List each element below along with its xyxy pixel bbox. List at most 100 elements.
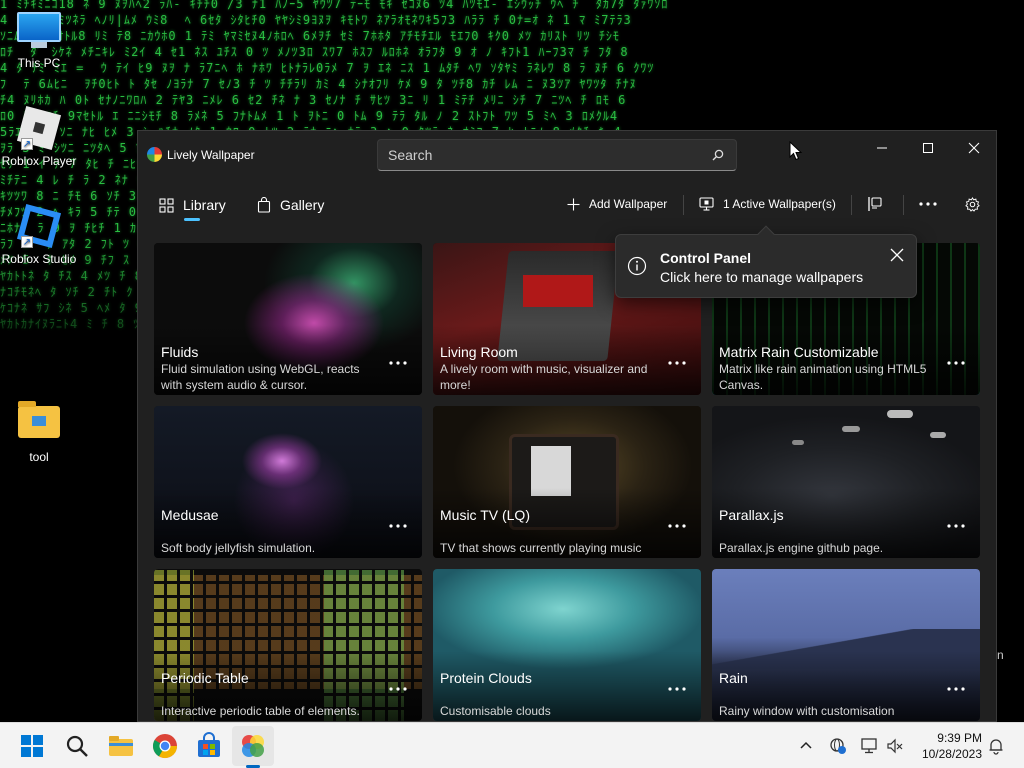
card-more-options-icon[interactable] [946, 358, 966, 368]
wallpaper-description: Matrix like rain animation using HTML5 C… [719, 362, 927, 392]
window-title: Lively Wallpaper [167, 148, 255, 162]
wallpaper-title: Rain [719, 670, 748, 686]
file-explorer-icon[interactable] [107, 732, 135, 760]
wallpaper-card-music-tv[interactable]: Music TV (LQ) TV that shows currently pl… [433, 406, 701, 558]
card-more-options-icon[interactable] [388, 358, 408, 368]
wallpaper-card-medusae[interactable]: Medusae Soft body jellyfish simulation. [154, 406, 422, 558]
wallpaper-title: Fluids [161, 344, 199, 360]
card-more-options-icon[interactable] [667, 521, 687, 531]
info-icon [627, 256, 647, 276]
taskbar: 9:39 PM 10/28/2023 [0, 722, 1024, 768]
shortcut-arrow-icon: ↗ [21, 236, 33, 248]
active-wallpapers-button[interactable]: 1 Active Wallpaper(s) [699, 193, 836, 215]
search-icon[interactable] [712, 149, 724, 161]
toolbar-divider [851, 195, 852, 215]
tooltip-close-icon[interactable] [890, 248, 904, 262]
desktop-icon-roblox-player[interactable]: ↗ Roblox Player [1, 105, 77, 168]
card-more-options-icon[interactable] [946, 521, 966, 531]
tab-gallery-label: Gallery [280, 197, 325, 213]
control-panel-button[interactable] [867, 193, 892, 215]
wallpaper-description: Parallax.js engine github page. [719, 541, 884, 555]
search-input[interactable] [388, 147, 688, 163]
notification-bell-icon[interactable] [987, 737, 1005, 755]
windows-start-icon[interactable] [18, 732, 46, 760]
desktop-icon-this-pc[interactable]: This PC [1, 10, 77, 70]
roblox-icon: ↗ [16, 105, 62, 151]
wallpaper-card-fluids[interactable]: Fluids Fluid simulation using WebGL, rea… [154, 243, 422, 395]
close-icon [968, 142, 980, 154]
wallpaper-title: Parallax.js [719, 507, 784, 523]
chevron-up-icon[interactable] [797, 737, 815, 755]
monitor-icon [699, 197, 714, 211]
settings-button[interactable] [965, 193, 989, 215]
shopping-bag-icon [257, 197, 271, 213]
lively-logo-icon [147, 147, 162, 162]
desktop-icon-roblox-studio[interactable]: ↗ Roblox Studio [1, 203, 77, 266]
computer-icon [17, 12, 61, 52]
wallpaper-description: Customisable clouds [440, 704, 551, 718]
active-wallpapers-label: 1 Active Wallpaper(s) [723, 197, 836, 211]
tooltip-text: Click here to manage wallpapers [660, 269, 864, 285]
wallpaper-card-periodic-table[interactable]: Periodic Table Interactive periodic tabl… [154, 569, 422, 721]
card-more-options-icon[interactable] [946, 684, 966, 694]
tab-gallery[interactable]: Gallery [257, 193, 324, 217]
maximize-button[interactable] [905, 133, 951, 163]
wallpaper-title: Medusae [161, 507, 219, 523]
chrome-icon[interactable] [151, 732, 179, 760]
tab-library-label: Library [183, 197, 226, 213]
title-bar[interactable]: Lively Wallpaper [138, 131, 996, 179]
desktop-icon-label: tool [29, 450, 49, 464]
search-taskbar-icon[interactable] [63, 732, 91, 760]
gear-icon [965, 196, 980, 212]
desktop-edge-text: n [997, 648, 1004, 662]
grid-icon [159, 197, 174, 213]
tab-library[interactable]: Library [159, 193, 226, 217]
lively-wallpaper-taskbar-icon[interactable] [239, 732, 267, 760]
card-more-options-icon[interactable] [667, 358, 687, 368]
wallpaper-description: A lively room with music, visualizer and… [440, 362, 648, 392]
close-window-button[interactable] [951, 133, 996, 163]
roblox-studio-icon: ↗ [16, 203, 62, 249]
wallpaper-title: Periodic Table [161, 670, 249, 686]
mouse-cursor-icon [789, 141, 803, 161]
wallpaper-description: TV that shows currently playing music [440, 541, 642, 555]
more-options-button[interactable] [919, 193, 946, 215]
tooltip-title: Control Panel [660, 250, 752, 266]
network-globe-icon[interactable] [829, 737, 847, 755]
wallpaper-title: Living Room [440, 344, 518, 360]
wallpaper-title: Protein Clouds [440, 670, 532, 686]
volume-muted-icon[interactable] [886, 737, 904, 755]
toolbar-divider [903, 195, 904, 215]
wallpaper-description: Rainy window with customisation [719, 704, 895, 718]
desktop-icon-tool-folder[interactable]: tool [1, 401, 77, 464]
toolbar-divider [683, 195, 684, 215]
display-icon[interactable] [861, 737, 879, 755]
screen-layout-icon [868, 197, 882, 211]
control-panel-tooltip[interactable]: Control Panel Click here to manage wallp… [615, 225, 917, 298]
more-horizontal-icon [919, 202, 937, 206]
card-more-options-icon[interactable] [388, 684, 408, 694]
card-more-options-icon[interactable] [388, 521, 408, 531]
desktop-icon-label: This PC [17, 56, 61, 70]
plus-icon [567, 198, 580, 210]
desktop-icon-label: Roblox Studio [1, 252, 77, 266]
lively-wallpaper-window: Lively Wallpaper Library Gallery Add Wal… [137, 130, 997, 722]
shortcut-arrow-icon: ↗ [21, 138, 33, 150]
search-box[interactable] [377, 139, 737, 171]
folder-icon [17, 401, 61, 446]
wallpaper-card-rain[interactable]: Rain Rainy window with customisation [712, 569, 980, 721]
nav-bar: Library Gallery Add Wallpaper 1 Active W… [138, 183, 996, 223]
system-clock[interactable]: 9:39 PM 10/28/2023 [912, 730, 982, 762]
microsoft-store-icon[interactable] [195, 732, 223, 760]
wallpaper-card-parallax[interactable]: Parallax.js Parallax.js engine github pa… [712, 406, 980, 558]
wallpaper-description: Interactive periodic table of elements. [161, 704, 360, 718]
wallpaper-card-protein-clouds[interactable]: Protein Clouds Customisable clouds [433, 569, 701, 721]
minimize-icon [877, 147, 887, 149]
minimize-button[interactable] [859, 133, 905, 163]
add-wallpaper-button[interactable]: Add Wallpaper [567, 193, 667, 215]
clock-time: 9:39 PM [937, 731, 982, 745]
wallpaper-description: Fluid simulation using WebGL, reacts wit… [161, 362, 360, 392]
wallpaper-title: Music TV (LQ) [440, 507, 530, 523]
card-more-options-icon[interactable] [667, 684, 687, 694]
wallpaper-title: Matrix Rain Customizable [719, 344, 879, 360]
